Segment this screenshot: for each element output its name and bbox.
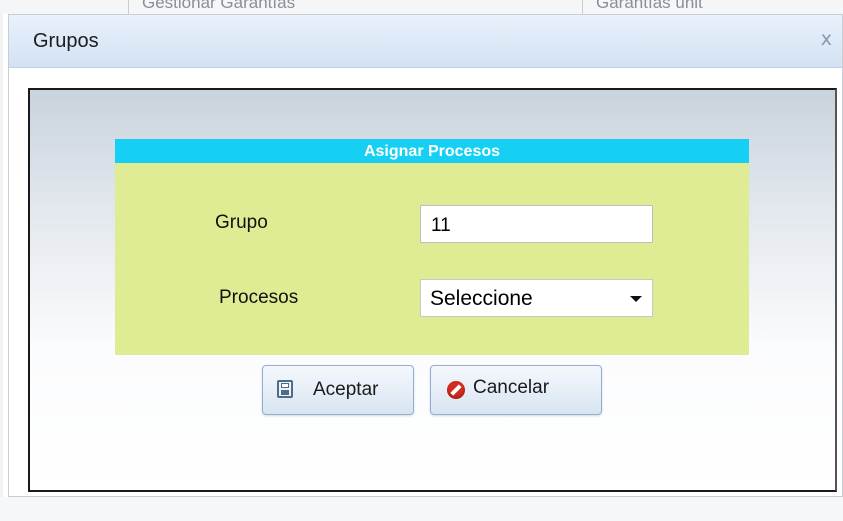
background-footer <box>0 497 843 521</box>
cancelar-button-label: Cancelar <box>473 377 550 398</box>
aceptar-button[interactable]: Aceptar <box>262 365 414 415</box>
save-icon <box>277 380 293 398</box>
dialog-titlebar[interactable]: Grupos x <box>9 15 842 68</box>
dialog-content-frame: Asignar Procesos Grupo Procesos Seleccio… <box>28 88 837 492</box>
procesos-label: Procesos <box>219 287 299 308</box>
panel-header: Asignar Procesos <box>115 139 749 163</box>
procesos-select[interactable]: Seleccione <box>420 279 653 317</box>
background-divider <box>582 0 583 14</box>
chevron-down-icon <box>630 296 642 302</box>
background-edge <box>0 14 3 521</box>
cancelar-button[interactable]: Cancelar <box>430 365 602 415</box>
grupos-dialog: Grupos x Asignar Procesos Grupo Procesos… <box>8 14 843 497</box>
background-tab-left: Gestionar Garantías <box>142 0 296 12</box>
background-divider <box>128 0 129 14</box>
asignar-procesos-form: Grupo Procesos Seleccione <box>115 163 749 355</box>
procesos-selected-value: Seleccione <box>430 287 533 310</box>
aceptar-button-label: Aceptar <box>313 379 379 400</box>
cancel-icon <box>447 381 465 399</box>
background-tab-right: Garantías unit <box>596 0 703 12</box>
grupo-input[interactable] <box>420 205 653 243</box>
grupo-label: Grupo <box>215 212 268 233</box>
dialog-title: Grupos <box>33 30 99 52</box>
close-icon[interactable]: x <box>821 28 832 50</box>
background-tab-strip: Gestionar Garantías Garantías unit <box>0 0 843 14</box>
